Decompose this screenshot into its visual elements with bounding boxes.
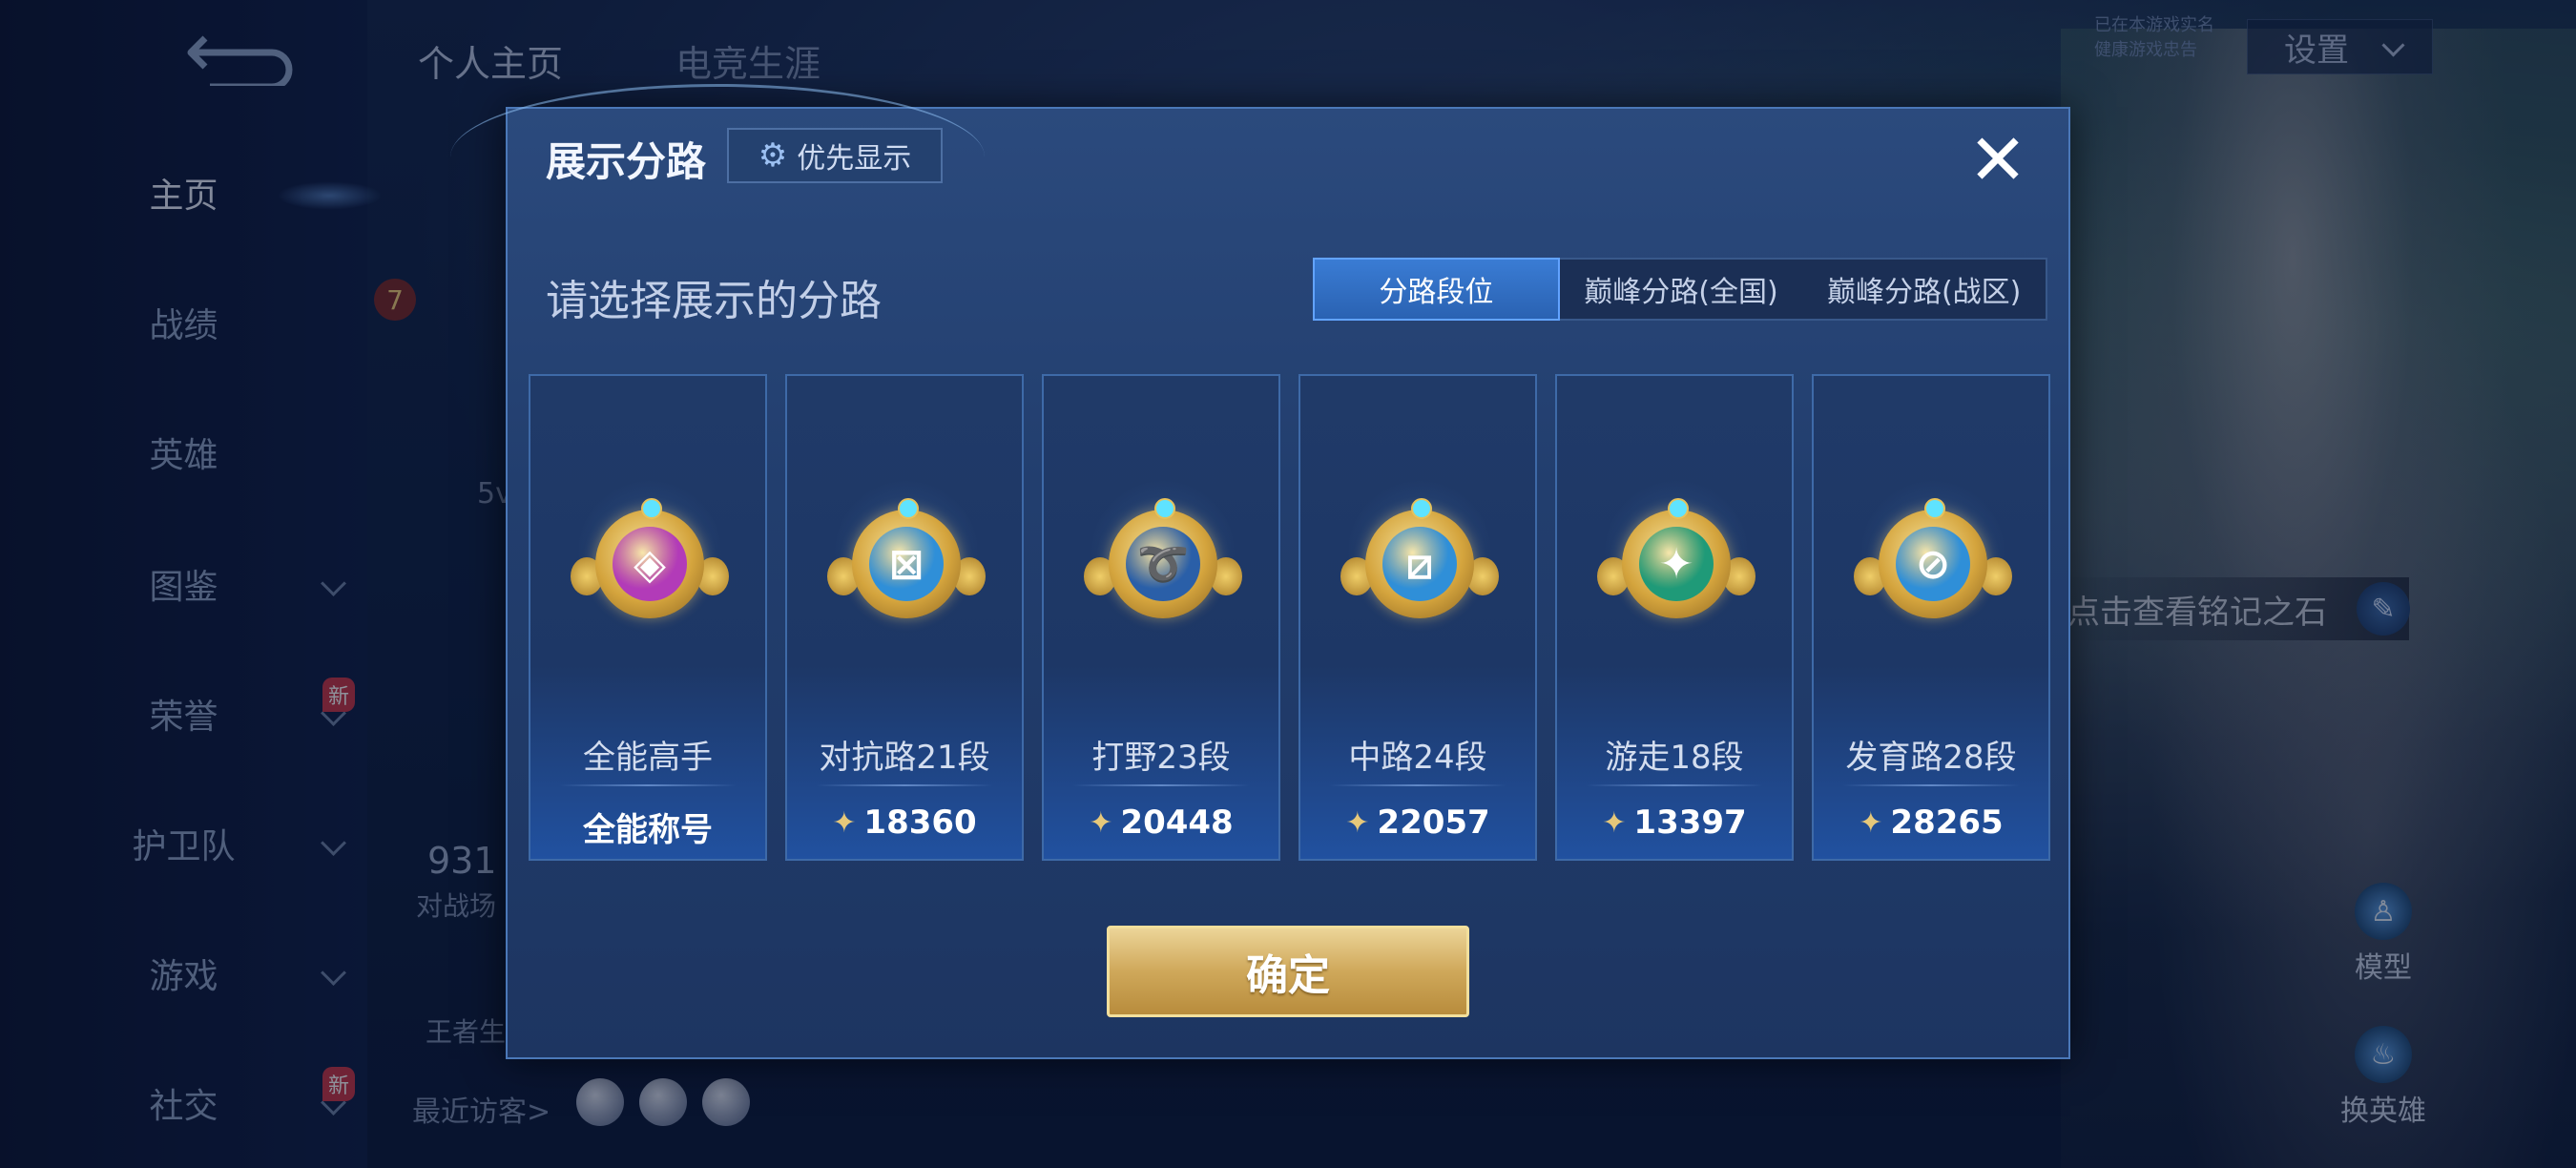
lane-score-value: 全能称号 <box>583 811 713 849</box>
lane-card-clash-lane[interactable]: ⊠ 对抗路21段 ✦ 18360 <box>785 374 1024 861</box>
lane-rank-name: 全能高手 <box>583 739 713 777</box>
lane-score: ✦ 20448 <box>1044 803 1278 842</box>
lane-card-mid-lane[interactable]: ⧄ 中路24段 ✦ 22057 <box>1298 374 1537 861</box>
lane-emblem-icon: ➰ <box>1109 510 1217 618</box>
gear-icon: ⚙ <box>758 136 788 175</box>
lane-emblem-icon: ◈ <box>595 510 704 618</box>
lane-card-jungle[interactable]: ➰ 打野23段 ✦ 20448 <box>1042 374 1280 861</box>
lane-glyph: ✦ <box>1639 527 1714 601</box>
lane-emblem-icon: ⊠ <box>852 510 961 618</box>
modal-title: 展示分路 <box>546 138 707 185</box>
select-prompt: 请选择展示的分路 <box>546 277 882 325</box>
lane-card-farm-lane[interactable]: ⊘ 发育路28段 ✦ 28265 <box>1812 374 2050 861</box>
lane-emblem-icon: ⧄ <box>1365 510 1474 618</box>
emblem-gem <box>1154 498 1175 519</box>
lane-score: 全能称号 <box>530 803 765 850</box>
card-divider <box>1329 784 1506 786</box>
combat-power-icon: ✦ <box>1859 805 1883 840</box>
lane-glyph: ⧄ <box>1382 527 1457 601</box>
lane-score: ✦ 18360 <box>787 803 1022 842</box>
emblem-gem <box>1668 498 1689 519</box>
card-divider <box>559 784 737 786</box>
lane-emblem-icon: ⊘ <box>1879 510 1987 618</box>
tab-lane-rank[interactable]: 分路段位 <box>1313 258 1560 321</box>
lane-glyph: ➰ <box>1126 527 1200 601</box>
lane-rank-name: 中路24段 <box>1348 739 1487 777</box>
lane-score-value: 22057 <box>1377 803 1490 842</box>
priority-display-button[interactable]: ⚙ 优先显示 <box>727 128 943 183</box>
lane-card-list: ◈ 全能高手 全能称号 ⊠ 对抗路21段 ✦ 18360 ➰ 打野23段 ✦ 20448 ⧄ 中路24段… <box>529 374 2051 861</box>
lane-card-all-round[interactable]: ◈ 全能高手全能称号 <box>529 374 767 861</box>
combat-power-icon: ✦ <box>1602 805 1627 840</box>
lane-glyph: ◈ <box>613 527 687 601</box>
card-divider <box>1842 784 2020 786</box>
card-divider <box>816 784 993 786</box>
lane-card-roam[interactable]: ✦ 游走18段 ✦ 13397 <box>1555 374 1794 861</box>
card-divider <box>1072 784 1250 786</box>
lane-type-tabs: 分路段位 巅峰分路(全国) 巅峰分路(战区) <box>1313 258 2047 321</box>
lane-rank-name: 游走18段 <box>1605 739 1744 777</box>
lane-score-value: 28265 <box>1890 803 2004 842</box>
tab-peak-national[interactable]: 巅峰分路(全国) <box>1560 260 1803 319</box>
priority-display-label: 优先显示 <box>797 142 912 176</box>
lane-emblem-icon: ✦ <box>1622 510 1731 618</box>
emblem-gem <box>898 498 919 519</box>
combat-power-icon: ✦ <box>832 805 857 840</box>
confirm-button[interactable]: 确定 <box>1107 926 1469 1017</box>
display-lane-modal: 展示分路 ⚙ 优先显示 ✕ 请选择展示的分路 分路段位 巅峰分路(全国) 巅峰分… <box>450 84 2070 1059</box>
lane-score-value: 18360 <box>863 803 977 842</box>
lane-score-value: 13397 <box>1633 803 1747 842</box>
lane-glyph: ⊠ <box>869 527 944 601</box>
tab-peak-region[interactable]: 巅峰分路(战区) <box>1802 260 2046 319</box>
lane-rank-name: 打野23段 <box>1091 739 1231 777</box>
close-icon: ✕ <box>1967 119 2027 201</box>
lane-score: ✦ 28265 <box>1814 803 2048 842</box>
lane-rank-name: 发育路28段 <box>1845 739 2017 777</box>
lane-score: ✦ 22057 <box>1300 803 1535 842</box>
close-button[interactable]: ✕ <box>1963 119 2032 201</box>
lane-score: ✦ 13397 <box>1557 803 1792 842</box>
lane-rank-name: 对抗路21段 <box>819 739 990 777</box>
card-divider <box>1586 784 1763 786</box>
combat-power-icon: ✦ <box>1089 805 1113 840</box>
combat-power-icon: ✦ <box>1345 805 1370 840</box>
emblem-gem <box>641 498 662 519</box>
lane-score-value: 20448 <box>1120 803 1234 842</box>
emblem-gem <box>1924 498 1945 519</box>
lane-glyph: ⊘ <box>1896 527 1970 601</box>
emblem-gem <box>1411 498 1432 519</box>
